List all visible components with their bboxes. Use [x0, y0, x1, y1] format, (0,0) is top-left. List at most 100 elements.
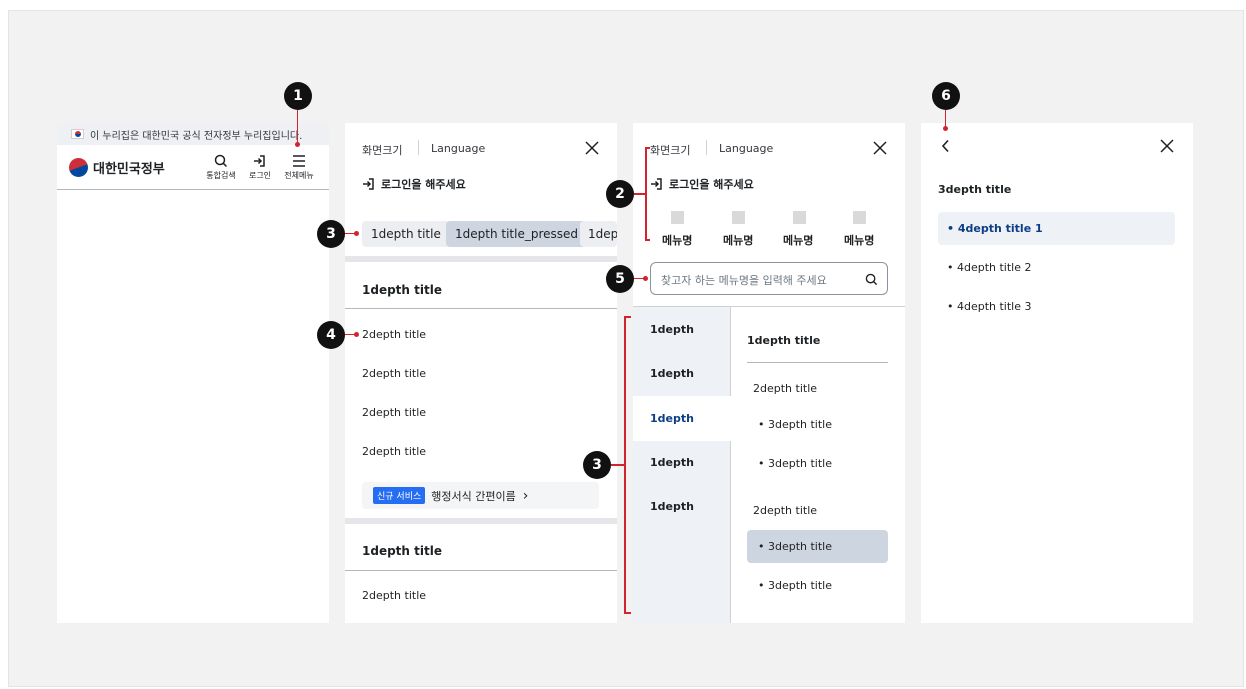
header-panel: 이 누리집은 대한민국 공식 전자정부 누리집입니다. 대한민국정부 통합검색 …	[57, 123, 329, 623]
header-divider	[57, 189, 329, 190]
annotation-bracket	[624, 316, 626, 614]
annotation-bracket	[645, 147, 650, 149]
annotation-bracket	[645, 239, 650, 241]
search-icon[interactable]	[865, 273, 878, 286]
depth-title: 3depth title	[938, 183, 1012, 196]
sub-menu-item[interactable]: • 3depth title	[758, 457, 832, 470]
util-separator	[418, 140, 419, 155]
annotation-dot	[943, 126, 948, 131]
section2-divider	[345, 570, 617, 571]
login-prompt[interactable]: 로그인을 해주세요	[650, 176, 754, 192]
side-nav-item[interactable]: 1depth	[650, 500, 694, 513]
login-icon	[254, 155, 265, 167]
all-menu-action-label: 전체메뉴	[284, 171, 314, 180]
util-separator	[706, 140, 707, 155]
annotation-bracket	[624, 612, 631, 614]
tab-chip-1depth-clipped[interactable]: 1depth title	[580, 221, 617, 247]
sub-menu-item[interactable]: • 3depth title	[758, 579, 832, 592]
menu-item[interactable]: 2depth title	[362, 367, 426, 380]
annotation-line	[297, 110, 298, 144]
depth-item-label: • 4depth title 1	[947, 222, 1043, 235]
section-gap	[345, 518, 617, 524]
annotation-badge-3-side: 3	[583, 451, 611, 479]
close-icon[interactable]	[1160, 139, 1174, 153]
logo[interactable]: 대한민국정부	[69, 156, 165, 178]
annotation-badge-5: 5	[606, 265, 634, 293]
korea-flag-icon	[71, 129, 84, 139]
quick-menu-icon	[732, 211, 745, 224]
annotation-badge-1: 1	[284, 82, 312, 110]
all-menu-action[interactable]: 전체메뉴	[281, 154, 317, 181]
close-icon[interactable]	[585, 141, 599, 155]
section2-title: 1depth title	[362, 544, 442, 558]
quick-menu-label[interactable]: 메뉴명	[783, 232, 813, 248]
menu-search-placeholder: 찾고자 하는 메뉴명을 입력해 주세요	[661, 274, 827, 287]
back-chevron-icon[interactable]	[940, 139, 952, 153]
section1-divider	[345, 308, 617, 309]
language-link[interactable]: Language	[431, 142, 485, 155]
depth-panel: 3depth title • 4depth title 1 • 4depth t…	[921, 123, 1193, 623]
chevron-right-icon: ›	[522, 487, 529, 504]
annotation-dot	[354, 332, 359, 337]
sub-menu-item-label: • 3depth title	[758, 540, 833, 553]
login-action[interactable]: 로그인	[243, 154, 277, 181]
group-title[interactable]: 2depth title	[753, 382, 817, 395]
search-action[interactable]: 통합검색	[203, 154, 239, 181]
menu-item[interactable]: 2depth title	[362, 328, 426, 341]
login-icon	[651, 178, 662, 190]
hamburger-menu-icon	[293, 155, 305, 167]
logo-text: 대한민국정부	[93, 161, 165, 177]
quick-menu-label[interactable]: 메뉴명	[662, 232, 692, 248]
annotation-badge-6: 6	[932, 82, 960, 110]
menu-item[interactable]: 2depth title	[362, 406, 426, 419]
annotation-line	[611, 464, 624, 466]
gov-banner: 이 누리집은 대한민국 공식 전자정부 누리집입니다.	[57, 123, 329, 145]
section-gap	[345, 256, 617, 262]
content-divider	[747, 362, 888, 363]
menu-item[interactable]: 2depth title	[362, 589, 426, 602]
gov-banner-text: 이 누리집은 대한민국 공식 전자정부 누리집입니다.	[90, 131, 303, 142]
quick-menu-label[interactable]: 메뉴명	[844, 232, 874, 248]
side-nav-item-active[interactable]: 1depth	[650, 412, 694, 425]
search-action-label: 통합검색	[206, 171, 236, 180]
annotation-bracket	[645, 147, 647, 241]
annotation-dot	[643, 276, 648, 281]
new-service-text: 행정서식 간편이름	[431, 489, 516, 503]
login-prompt-text: 로그인을 해주세요	[669, 178, 754, 191]
login-prompt[interactable]: 로그인을 해주세요	[362, 176, 466, 192]
annotation-dot	[295, 142, 300, 147]
menu-item[interactable]: 2depth title	[362, 445, 426, 458]
side-nav-item[interactable]: 1depth	[650, 323, 694, 336]
depth-item-selected[interactable]: • 4depth title 1	[938, 212, 1175, 245]
menu-search-field[interactable]: 찾고자 하는 메뉴명을 입력해 주세요	[650, 262, 888, 295]
tab-chip-1depth[interactable]: 1depth title	[362, 221, 450, 247]
font-size-link[interactable]: 화면크기	[650, 142, 690, 158]
close-icon[interactable]	[873, 141, 887, 155]
group-title[interactable]: 2depth title	[753, 504, 817, 517]
sub-menu-item[interactable]: • 3depth title	[758, 418, 832, 431]
language-link[interactable]: Language	[719, 142, 773, 155]
search-icon	[214, 154, 228, 168]
quick-menu-icon	[853, 211, 866, 224]
depth-item[interactable]: • 4depth title 2	[947, 261, 1032, 274]
annotation-line	[634, 193, 645, 195]
font-size-link[interactable]: 화면크기	[362, 142, 402, 158]
new-service-badge: 신규 서비스	[373, 487, 426, 504]
annotation-badge-3: 3	[317, 220, 345, 248]
side-nav-item[interactable]: 1depth	[650, 456, 694, 469]
tab-chip-1depth-pressed[interactable]: 1depth title_pressed	[446, 221, 588, 247]
content-title: 1depth title	[747, 334, 821, 347]
annotation-badge-4: 4	[317, 321, 345, 349]
login-action-label: 로그인	[248, 171, 272, 180]
section1-title: 1depth title	[362, 283, 442, 297]
annotation-dot	[354, 231, 359, 236]
new-service-banner[interactable]: 신규 서비스 행정서식 간편이름 ›	[362, 482, 599, 509]
annotation-bracket	[624, 316, 631, 318]
depth-item[interactable]: • 4depth title 3	[947, 300, 1032, 313]
quick-menu-icon	[671, 211, 684, 224]
quick-menu-icon	[793, 211, 806, 224]
side-nav-item[interactable]: 1depth	[650, 367, 694, 380]
annotation-badge-2: 2	[606, 180, 634, 208]
sub-menu-item-pressed[interactable]: • 3depth title	[747, 530, 888, 563]
quick-menu-label[interactable]: 메뉴명	[723, 232, 753, 248]
